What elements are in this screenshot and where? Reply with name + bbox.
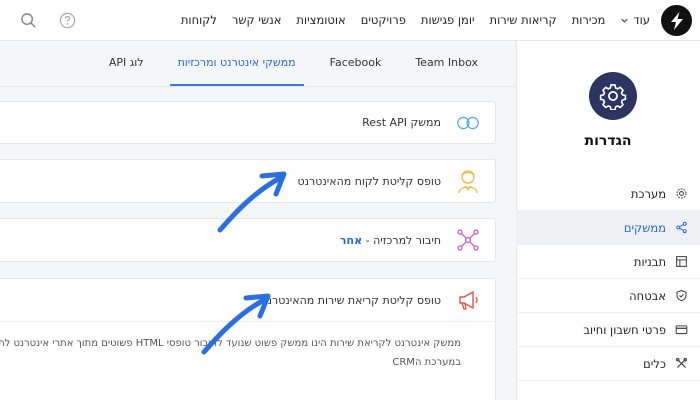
pbx-other-link[interactable]: אחר: [340, 234, 362, 247]
sidebar-item-tools[interactable]: כלים: [516, 347, 700, 381]
main-menu: לקוחות אנשי קשר אוטומציות פרויקטים יומן …: [181, 0, 650, 40]
top-utility-icons: [20, 0, 76, 40]
settings-menu: מערכת ממשקים תבניות אבטחה פרטי חשבון וחי…: [516, 177, 700, 381]
lead-form-card[interactable]: טופס קליטת לקוח מהאינטרנט: [0, 159, 496, 203]
nav-more-dropdown[interactable]: עוד: [620, 13, 650, 27]
search-button[interactable]: [20, 12, 37, 29]
settings-badge: [589, 72, 637, 120]
pbx-label: חיבור למרכזיה - אחר: [340, 234, 441, 247]
tabs-divider: [0, 86, 516, 87]
sidebar-item-billing[interactable]: פרטי חשבון וחיוב: [516, 313, 700, 347]
search-icon: [21, 12, 36, 28]
gear-icon: [674, 187, 688, 201]
shield-icon: [674, 289, 688, 303]
service-form-card[interactable]: טופס קליטת קריאת שירות מהאינטרנט ממשק אי…: [0, 278, 496, 400]
bolt-logo-icon: [670, 11, 683, 30]
sidebar-item-integrations[interactable]: ממשקים: [516, 211, 700, 245]
help-icon: [59, 12, 76, 28]
nav-more-label: עוד: [633, 13, 650, 27]
description-line: במערכת הCRM: [392, 357, 461, 368]
sidebar-item-label: אבטחה: [629, 288, 666, 303]
credit-card-icon: [674, 323, 688, 337]
top-navigation-bar: לקוחות אנשי קשר אוטומציות פרויקטים יומן …: [0, 0, 700, 41]
infinity-rings-icon: [455, 110, 481, 136]
gear-icon: [599, 84, 627, 110]
sidebar-item-label: כלים: [643, 356, 666, 371]
share-icon: [674, 221, 688, 235]
sidebar-item-label: פרטי חשבון וחיוב: [583, 322, 666, 337]
tools-icon: [674, 357, 688, 371]
rest-api-card[interactable]: ממשק Rest API: [0, 101, 496, 144]
sidebar-item-security[interactable]: אבטחה: [516, 279, 700, 313]
sidebar-item-label: מערכת: [630, 186, 666, 201]
nav-sales[interactable]: מכירות: [572, 13, 606, 27]
tab-web-and-pbx[interactable]: ממשקי אינטרנט ומרכזיות: [169, 41, 304, 86]
app-logo[interactable]: [661, 5, 692, 36]
tab-team-inbox[interactable]: Team Inbox: [407, 41, 486, 86]
chevron-down-icon: [621, 18, 629, 23]
sidebar-item-label: ממשקים: [623, 220, 666, 235]
nav-projects[interactable]: פרויקטים: [361, 13, 406, 27]
nav-automations[interactable]: אוטומציות: [296, 13, 345, 27]
nav-calendar[interactable]: יומן פגישות: [421, 13, 475, 27]
main-content: Team Inbox Facebook ממשקי אינטרנט ומרכזי…: [0, 41, 516, 400]
help-button[interactable]: [59, 12, 76, 29]
tab-facebook[interactable]: Facebook: [322, 41, 390, 86]
nav-service-calls[interactable]: קריאות שירות: [490, 13, 557, 27]
sidebar-item-system[interactable]: מערכת: [516, 177, 700, 211]
nav-customers[interactable]: לקוחות: [181, 13, 217, 27]
rest-api-label: ממשק Rest API: [362, 116, 441, 129]
description-line: ממשק אינטרנט לקריאת שירות הינו ממשק פשוט…: [0, 338, 461, 349]
integration-tabs: Team Inbox Facebook ממשקי אינטרנט ומרכזי…: [101, 41, 486, 86]
pbx-card[interactable]: חיבור למרכזיה - אחר: [0, 218, 496, 262]
settings-sidebar: הגדרות מערכת ממשקים תבניות אבטחה פרטי חש…: [516, 41, 700, 400]
megaphone-icon: [455, 287, 481, 313]
nav-contacts[interactable]: אנשי קשר: [232, 13, 281, 27]
service-form-description: ממשק אינטרנט לקריאת שירות הינו ממשק פשוט…: [0, 334, 461, 372]
layout-icon: [674, 255, 688, 269]
pbx-label-text: חיבור למרכזיה -: [362, 233, 441, 247]
sidebar-item-label: תבניות: [633, 254, 666, 269]
tab-api-log[interactable]: לוג API: [101, 41, 152, 86]
network-nodes-icon: [455, 227, 481, 253]
lead-form-label: טופס קליטת לקוח מהאינטרנט: [297, 174, 442, 188]
sidebar-item-templates[interactable]: תבניות: [516, 245, 700, 279]
sidebar-title: הגדרות: [584, 133, 632, 149]
customer-avatar-icon: [455, 168, 481, 194]
card-divider: [0, 321, 495, 322]
service-form-label: טופס קליטת קריאת שירות מהאינטרנט: [260, 293, 441, 307]
